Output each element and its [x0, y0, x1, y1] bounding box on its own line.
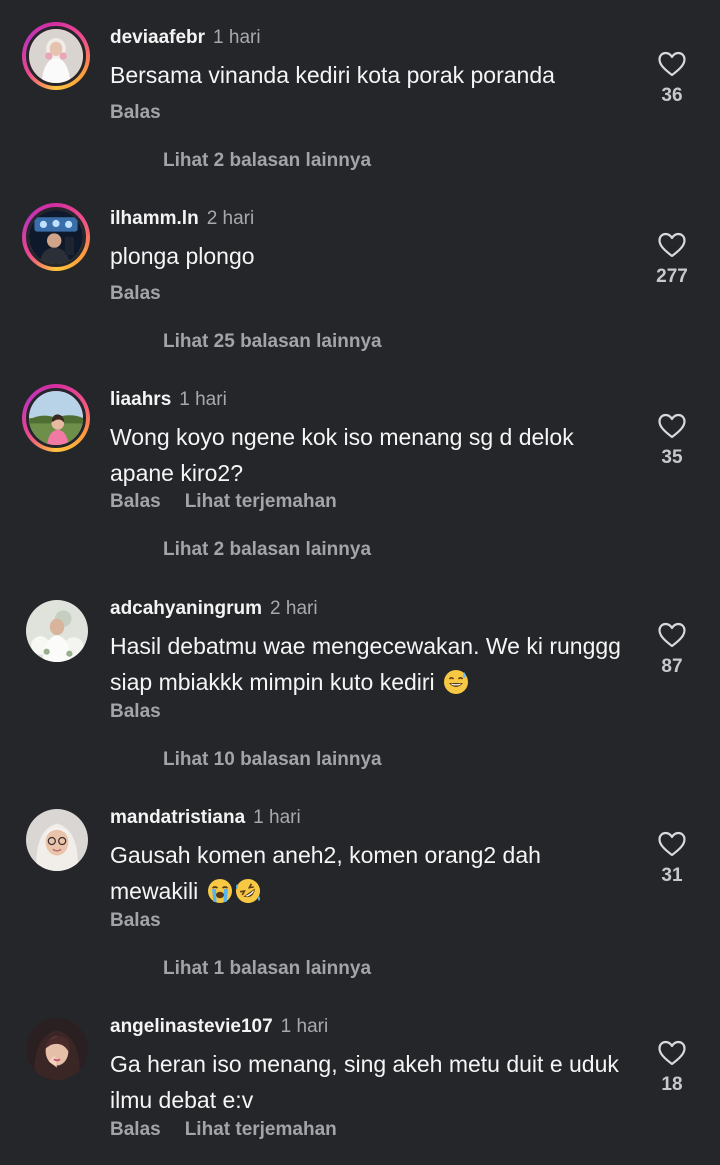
translate-button[interactable]: Lihat terjemahan: [185, 491, 337, 512]
timestamp: 1 hari: [253, 807, 301, 828]
username[interactable]: mandatristiana: [110, 807, 245, 828]
comment-actions: Balas Lihat terjemahan: [110, 1119, 361, 1141]
comment-actions: Balas: [110, 283, 185, 305]
heart-outline-icon: [658, 831, 686, 857]
avatar: [26, 388, 86, 448]
timestamp: 1 hari: [280, 1016, 329, 1037]
like-button[interactable]: 35: [652, 413, 692, 469]
avatar-story-ring[interactable]: [22, 384, 90, 452]
like-count: 277: [656, 266, 688, 287]
reply-button[interactable]: Balas: [110, 102, 161, 123]
heart-outline-icon: [658, 413, 686, 439]
view-replies-button[interactable]: Lihat 1 balasan lainnya: [163, 958, 371, 980]
like-count: 36: [661, 85, 683, 106]
comment-text-body: Gausah komen aneh2, komen orang2 dah mew…: [110, 842, 541, 904]
comment-text: Wong koyo ngene kok iso menang sg d delo…: [110, 424, 574, 486]
comment-header: adcahyaningrum 2 hari: [110, 598, 318, 620]
like-button[interactable]: 87: [652, 622, 692, 678]
comment-header: angelinastevie107 1 hari: [110, 1016, 328, 1038]
like-button[interactable]: 18: [652, 1040, 692, 1096]
comment-text: plonga plongo: [110, 243, 255, 269]
username[interactable]: deviaafebr: [110, 27, 205, 48]
heart-outline-icon: [658, 1040, 686, 1066]
comment-header: mandatristiana 1 hari: [110, 807, 301, 829]
username[interactable]: ilhamm.ln: [110, 208, 199, 229]
avatar-story-ring[interactable]: [22, 22, 90, 90]
avatar[interactable]: [26, 600, 88, 662]
avatar: [26, 207, 86, 267]
avatar-story-ring[interactable]: [22, 203, 90, 271]
translate-button[interactable]: Lihat terjemahan: [185, 1119, 337, 1140]
like-button[interactable]: 31: [652, 831, 692, 887]
view-replies-button[interactable]: Lihat 2 balasan lainnya: [163, 150, 371, 172]
like-count: 87: [661, 656, 683, 677]
like-count: 18: [661, 1074, 683, 1095]
comment-text-body: Hasil debatmu wae mengecewakan. We ki ru…: [110, 633, 621, 695]
username[interactable]: angelinastevie107: [110, 1016, 273, 1037]
loudly-crying-emoji: [207, 878, 233, 904]
comment-text: Gausah komen aneh2, komen orang2 dah mew…: [110, 837, 630, 909]
comment-actions: Balas: [110, 102, 185, 124]
comment-text: Bersama vinanda kediri kota porak porand…: [110, 62, 555, 88]
comment-header: liaahrs 1 hari: [110, 389, 227, 411]
comment-actions: Balas: [110, 910, 185, 932]
like-button[interactable]: 36: [652, 51, 692, 107]
timestamp: 2 hari: [270, 598, 318, 619]
rolling-on-floor-laughing-emoji: [235, 878, 261, 904]
username[interactable]: liaahrs: [110, 389, 171, 410]
reply-button[interactable]: Balas: [110, 701, 161, 722]
reply-button[interactable]: Balas: [110, 491, 161, 512]
reply-button[interactable]: Balas: [110, 1119, 161, 1140]
grinning-sweat-emoji: [443, 669, 469, 695]
view-replies-button[interactable]: Lihat 10 balasan lainnya: [163, 749, 382, 771]
heart-outline-icon: [658, 232, 686, 258]
comment-actions: Balas Lihat terjemahan: [110, 491, 361, 513]
avatar[interactable]: [26, 809, 88, 871]
comment-header: deviaafebr 1 hari: [110, 27, 261, 49]
like-count: 31: [661, 865, 683, 886]
heart-outline-icon: [658, 622, 686, 648]
heart-outline-icon: [658, 51, 686, 77]
avatar: [26, 26, 86, 86]
username[interactable]: adcahyaningrum: [110, 598, 262, 619]
like-count: 35: [661, 447, 683, 468]
timestamp: 2 hari: [206, 208, 255, 229]
reply-button[interactable]: Balas: [110, 283, 161, 304]
view-replies-button[interactable]: Lihat 25 balasan lainnya: [163, 331, 382, 353]
comment-text: Hasil debatmu wae mengecewakan. We ki ru…: [110, 628, 630, 700]
comment-actions: Balas: [110, 701, 185, 723]
reply-button[interactable]: Balas: [110, 910, 161, 931]
comment-header: ilhamm.ln 2 hari: [110, 208, 254, 230]
like-button[interactable]: 277: [652, 232, 692, 288]
timestamp: 1 hari: [179, 389, 227, 410]
view-replies-button[interactable]: Lihat 2 balasan lainnya: [163, 539, 371, 561]
avatar[interactable]: [26, 1018, 88, 1080]
timestamp: 1 hari: [213, 27, 261, 48]
comment-text: Ga heran iso menang, sing akeh metu duit…: [110, 1051, 619, 1113]
